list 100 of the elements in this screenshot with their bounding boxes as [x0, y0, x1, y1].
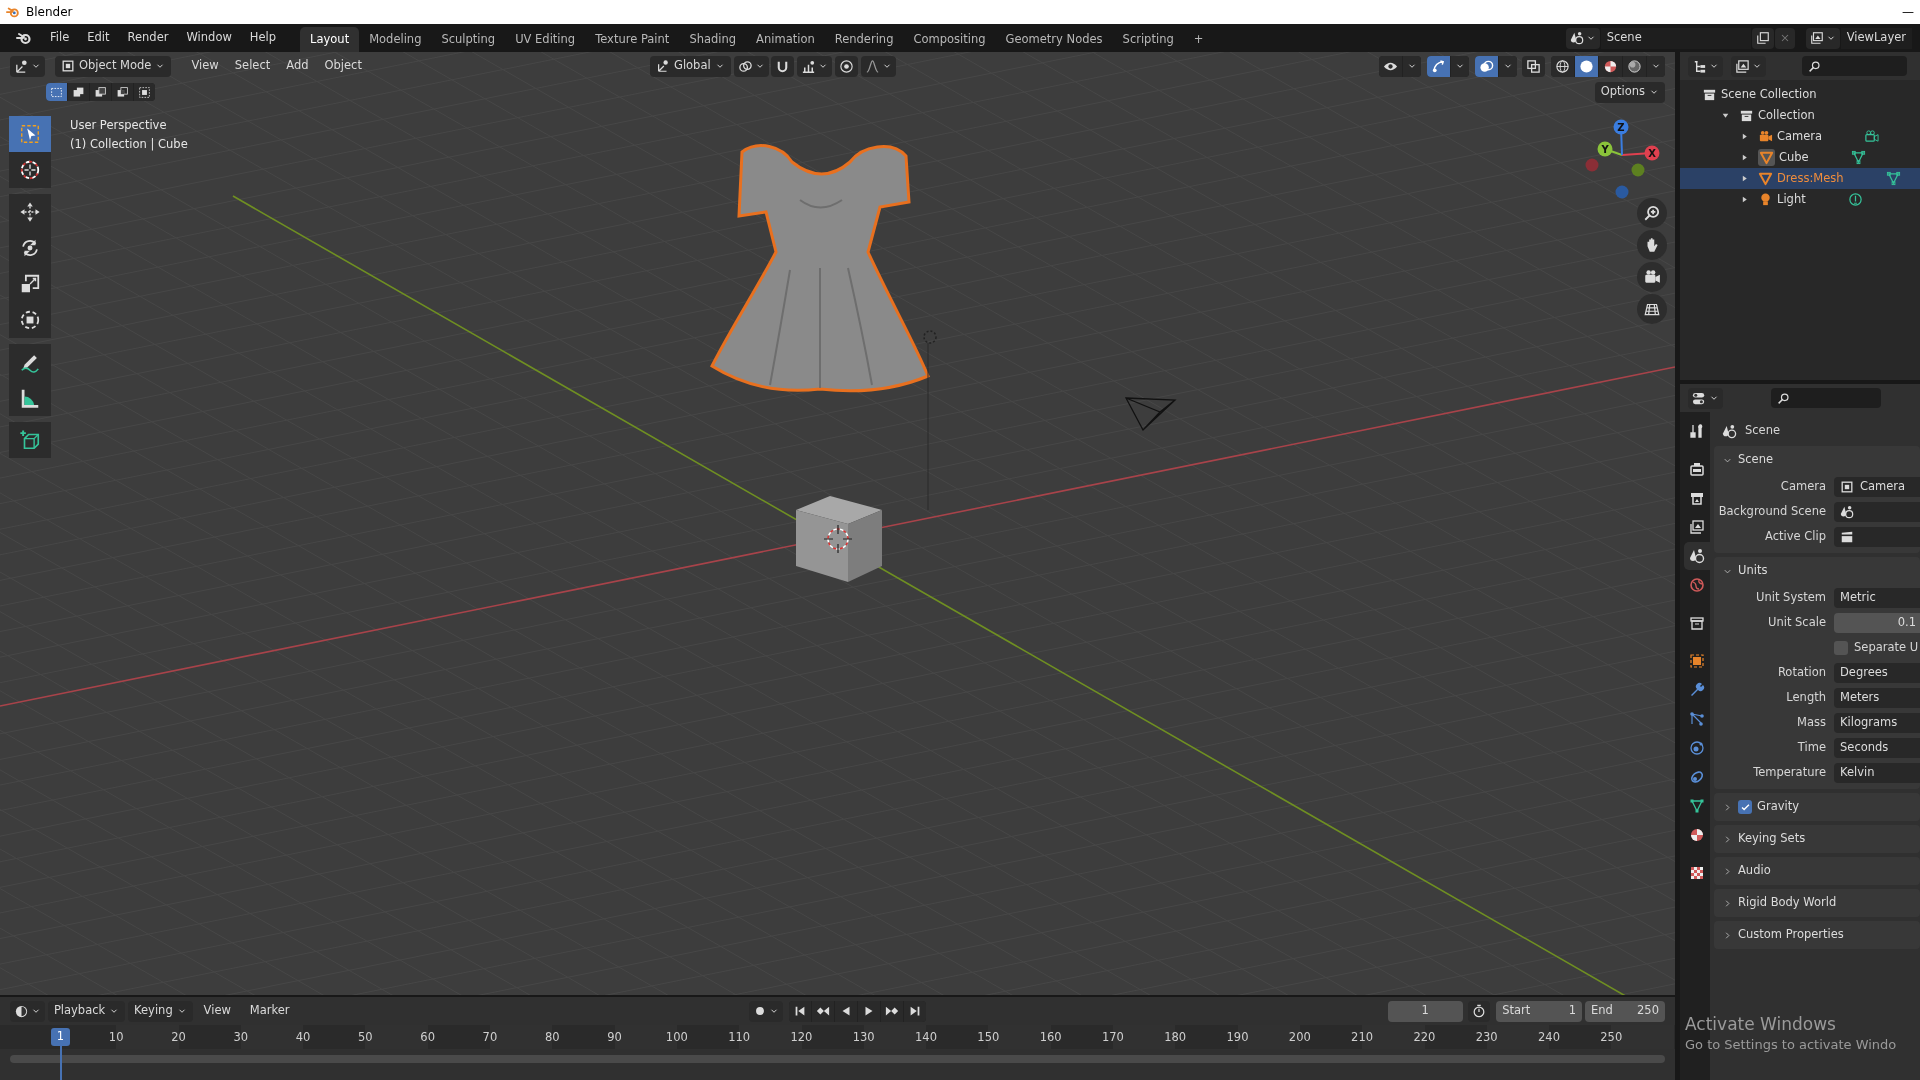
menu-item[interactable]: File — [42, 27, 78, 49]
record-button[interactable] — [749, 1000, 784, 1022]
editor-type-button[interactable] — [1688, 55, 1723, 77]
scene-browse-button[interactable] — [1565, 27, 1600, 49]
panel-header[interactable]: Custom Properties — [1714, 921, 1920, 949]
menu-item[interactable]: Window — [178, 27, 240, 49]
workspace-tab[interactable]: Geometry Nodes — [995, 27, 1113, 52]
falloff-dropdown[interactable] — [861, 55, 897, 77]
panel-header[interactable]: Scene — [1714, 446, 1920, 474]
checkbox[interactable] — [1834, 640, 1848, 655]
editor-type-button[interactable] — [10, 1000, 45, 1022]
select-field[interactable]: Camera — [1834, 476, 1920, 497]
workspace-tab[interactable]: Modeling — [359, 27, 432, 52]
search-field[interactable] — [1802, 56, 1907, 76]
tool-button[interactable] — [9, 344, 51, 380]
mode-dropdown[interactable]: Object Mode — [55, 55, 172, 77]
axis-handle[interactable] — [1615, 185, 1629, 199]
menu-dropdown[interactable]: Keying — [128, 1000, 193, 1022]
snap-toggle[interactable] — [771, 55, 795, 77]
scrollbar[interactable] — [10, 1055, 1665, 1063]
menu-item[interactable]: Render — [119, 27, 177, 49]
xray-toggle[interactable] — [1522, 55, 1546, 77]
view-layer-field[interactable]: ViewLayer — [1840, 27, 1912, 49]
checkbox[interactable] — [1738, 800, 1752, 814]
jump-end-button[interactable] — [903, 1000, 926, 1022]
select-field[interactable]: Kelvin — [1834, 762, 1920, 783]
workspace-tab[interactable]: Shading — [679, 27, 747, 52]
workspace-tab[interactable]: Sculpting — [431, 27, 506, 52]
disclosure-icon[interactable] — [1740, 153, 1749, 162]
select-field[interactable]: Meters — [1834, 687, 1920, 708]
number-field[interactable]: 0.1 — [1834, 612, 1920, 633]
select-mode-button[interactable] — [112, 83, 133, 101]
workspace-tab[interactable]: Layout — [300, 27, 360, 52]
workspace-tab[interactable]: Compositing — [903, 27, 996, 52]
panel-header[interactable]: Keying Sets — [1714, 825, 1920, 853]
tool-button[interactable] — [9, 302, 51, 338]
menu-item[interactable]: Edit — [79, 27, 118, 49]
play-reverse-button[interactable] — [834, 1000, 857, 1022]
axis-handle[interactable] — [1585, 158, 1599, 172]
shading-button[interactable] — [1623, 55, 1646, 77]
menu-item[interactable]: View — [183, 55, 227, 77]
select-field[interactable]: Metric — [1834, 587, 1920, 608]
shading-button[interactable] — [1551, 55, 1574, 77]
view-layer-browse-button[interactable] — [1805, 27, 1840, 49]
outliner-row[interactable]: Light — [1680, 189, 1920, 210]
menu-dropdown[interactable]: Playback — [47, 1000, 126, 1022]
axis-handle[interactable] — [1631, 163, 1645, 177]
select-field[interactable] — [1834, 526, 1920, 547]
display-mode-button[interactable] — [1731, 55, 1766, 77]
properties-tab[interactable] — [1684, 542, 1710, 570]
shading-button[interactable] — [1575, 55, 1598, 77]
workspace-tab[interactable]: Texture Paint — [585, 27, 680, 52]
axis-handle[interactable]: X — [1621, 145, 1660, 161]
workspace-tab[interactable]: Rendering — [824, 27, 904, 52]
shading-button[interactable] — [1599, 55, 1622, 77]
disclosure-icon[interactable] — [1721, 111, 1730, 120]
editor-type-button[interactable] — [10, 55, 45, 77]
outliner-row[interactable]: Cube — [1680, 147, 1920, 168]
tool-button[interactable] — [9, 380, 51, 416]
play-button[interactable] — [857, 1000, 880, 1022]
disclosure-icon[interactable] — [1740, 195, 1749, 204]
workspace-tab[interactable]: Animation — [746, 27, 825, 52]
minimize-button[interactable]: — — [1902, 3, 1914, 21]
menu-item[interactable]: View — [195, 1000, 239, 1022]
search-field[interactable] — [1771, 388, 1881, 408]
panel-header[interactable]: Gravity — [1714, 793, 1920, 821]
panel-header[interactable]: Audio — [1714, 857, 1920, 885]
select-mode-button[interactable] — [68, 83, 89, 101]
panel-header[interactable]: Units — [1714, 557, 1920, 585]
disclosure-icon[interactable] — [1740, 132, 1749, 141]
close-button[interactable] — [1774, 27, 1795, 49]
panel-header[interactable]: Rigid Body World — [1714, 889, 1920, 917]
end-frame-field[interactable]: End 250 — [1585, 1000, 1665, 1022]
outliner-row[interactable]: Dress:Mesh — [1680, 168, 1920, 189]
tool-button[interactable] — [9, 194, 51, 230]
start-frame-field[interactable]: Start 1 — [1496, 1000, 1583, 1022]
select-field[interactable]: Seconds — [1834, 737, 1920, 758]
visibility-toggle[interactable] — [1379, 55, 1402, 77]
menu-item[interactable]: Add — [278, 55, 317, 77]
scene-name-field[interactable]: Scene — [1600, 27, 1751, 49]
outliner-row[interactable]: Collection — [1680, 105, 1920, 126]
select-mode-button[interactable] — [134, 83, 155, 101]
current-frame-marker[interactable]: 1 — [51, 1028, 70, 1046]
select-mode-button[interactable] — [90, 83, 111, 101]
next-keyframe-button[interactable] — [880, 1000, 903, 1022]
duplicate-button[interactable] — [1751, 27, 1774, 49]
menu-item[interactable]: Marker — [241, 1000, 298, 1022]
add-workspace-button[interactable]: + — [1183, 27, 1214, 52]
menu-item[interactable]: Help — [241, 27, 285, 49]
tool-button[interactable] — [9, 152, 51, 188]
outliner-row[interactable]: Scene Collection — [1680, 84, 1920, 105]
jump-start-button[interactable] — [788, 1000, 811, 1022]
proportional-toggle[interactable] — [835, 55, 859, 77]
frame-field[interactable]: 1 — [1387, 1000, 1463, 1022]
previous-keyframe-button[interactable] — [811, 1000, 834, 1022]
snap-target-dropdown[interactable] — [797, 55, 833, 77]
select-field[interactable] — [1834, 501, 1920, 522]
menu-item[interactable]: Select — [226, 55, 279, 77]
menu-item[interactable]: Object — [316, 55, 370, 77]
disclosure-icon[interactable] — [1740, 174, 1749, 183]
